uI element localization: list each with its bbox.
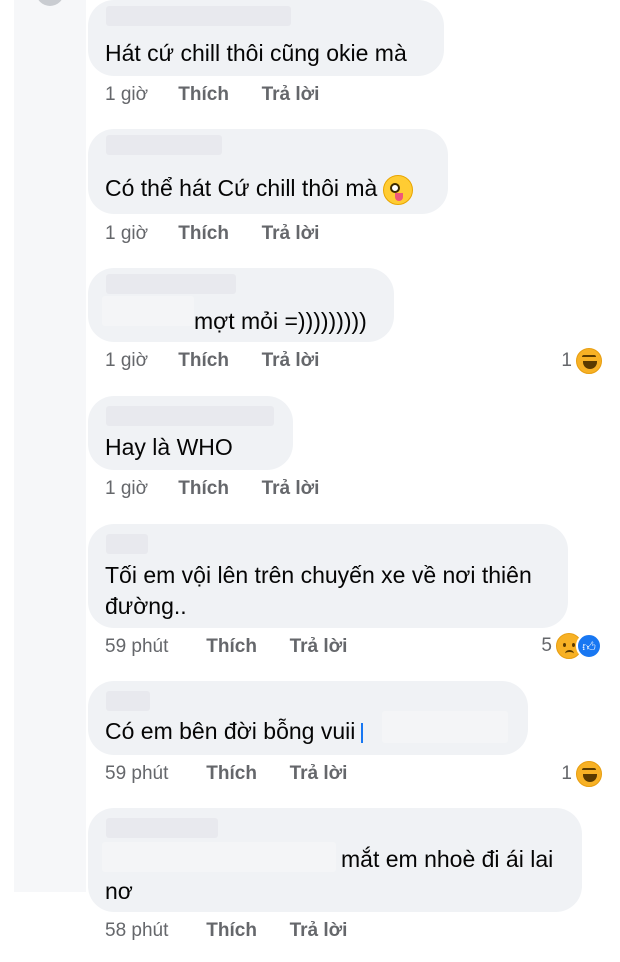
redacted-text <box>102 296 194 326</box>
comment-time[interactable]: 59 phút <box>105 636 201 658</box>
redacted-text <box>382 711 508 743</box>
comment-text: Có thể hát Cứ chill thôi mà <box>105 173 414 205</box>
like-link[interactable]: Thích <box>178 84 256 106</box>
reaction-count: 1 <box>561 350 572 371</box>
redacted-author-name <box>106 691 150 711</box>
comment-bubble: mắt em nhoè đi ái lai nơ <box>88 808 582 912</box>
redacted-author-name <box>106 534 148 554</box>
comment-meta: 1 giờ Thích Trả lời <box>105 223 319 245</box>
comment-text: Hát cứ chill thôi cũng okie mà <box>105 40 407 66</box>
comment-text: mợt mỏi =))))))))) <box>194 308 367 334</box>
comment-bubble: Hát cứ chill thôi cũng okie mà <box>88 0 444 76</box>
comment-meta: 58 phút Thích Trả lời <box>105 920 347 942</box>
reply-link[interactable]: Trả lời <box>290 636 348 658</box>
comment-meta: 59 phút Thích Trả lời <box>105 636 347 658</box>
redacted-text <box>102 842 336 872</box>
reaction-summary[interactable]: 5 👍︎ <box>541 633 602 659</box>
comment-time[interactable]: 1 giờ <box>105 84 173 106</box>
comment-bubble: Hay là WHO <box>88 396 293 470</box>
comment-text-content: Có thể hát Cứ chill thôi mà <box>105 175 378 201</box>
comment-text-line: mắt em nhoè đi ái lai <box>341 846 554 872</box>
comment-time[interactable]: 59 phút <box>105 763 201 785</box>
reply-link[interactable]: Trả lời <box>262 478 320 500</box>
reply-link[interactable]: Trả lời <box>290 920 348 942</box>
comment-text: Hay là WHO <box>105 434 233 460</box>
comment-bubble: Có em bên đời bỗng vuii <box>88 681 528 755</box>
comment-bubble: Tối em vội lên trên chuyến xe về nơi thi… <box>88 524 568 628</box>
redacted-author-name <box>106 406 274 426</box>
reply-link[interactable]: Trả lời <box>290 763 348 785</box>
redacted-author-name <box>106 135 222 155</box>
redacted-author-name <box>106 818 218 838</box>
redacted-author-name <box>106 6 291 26</box>
like-link[interactable]: Thích <box>178 223 256 245</box>
like-link[interactable]: Thích <box>206 920 284 942</box>
like-link[interactable]: Thích <box>178 350 256 372</box>
comment-text-content: Có em bên đời bỗng vuii <box>105 718 356 744</box>
comment-meta: 1 giờ Thích Trả lời <box>105 478 319 500</box>
like-icon: 👍︎ <box>576 633 602 659</box>
comment-time[interactable]: 1 giờ <box>105 223 173 245</box>
comment-bubble: mợt mỏi =))))))))) <box>88 268 394 342</box>
comment-text-line: đường.. <box>105 593 187 619</box>
comment-text: Có em bên đời bỗng vuii <box>105 716 364 747</box>
reply-thread-line <box>14 0 86 892</box>
like-link[interactable]: Thích <box>206 763 284 785</box>
reaction-summary[interactable]: 1 <box>561 761 602 787</box>
comment-bubble: Có thể hát Cứ chill thôi mà <box>88 129 448 214</box>
text-cursor <box>361 722 364 743</box>
comment-text-line: Tối em vội lên trên chuyến xe về nơi thi… <box>105 562 532 588</box>
haha-icon <box>576 348 602 374</box>
like-link[interactable]: Thích <box>206 636 284 658</box>
reaction-count: 1 <box>561 763 572 784</box>
reply-link[interactable]: Trả lời <box>262 84 320 106</box>
haha-icon <box>576 761 602 787</box>
comment-time[interactable]: 1 giờ <box>105 350 173 372</box>
reaction-summary[interactable]: 1 <box>561 348 602 374</box>
comment-time[interactable]: 58 phút <box>105 920 201 942</box>
silly-face-icon <box>383 174 414 205</box>
comment-meta: 1 giờ Thích Trả lời <box>105 84 319 106</box>
like-link[interactable]: Thích <box>178 478 256 500</box>
reaction-count: 5 <box>541 635 552 656</box>
comment-text-line: nơ <box>105 878 133 904</box>
reply-link[interactable]: Trả lời <box>262 350 320 372</box>
comment-time[interactable]: 1 giờ <box>105 478 173 500</box>
redacted-author-name <box>106 274 236 294</box>
comment-meta: 59 phút Thích Trả lời <box>105 763 347 785</box>
comment-meta: 1 giờ Thích Trả lời <box>105 350 319 372</box>
reply-link[interactable]: Trả lời <box>262 223 320 245</box>
